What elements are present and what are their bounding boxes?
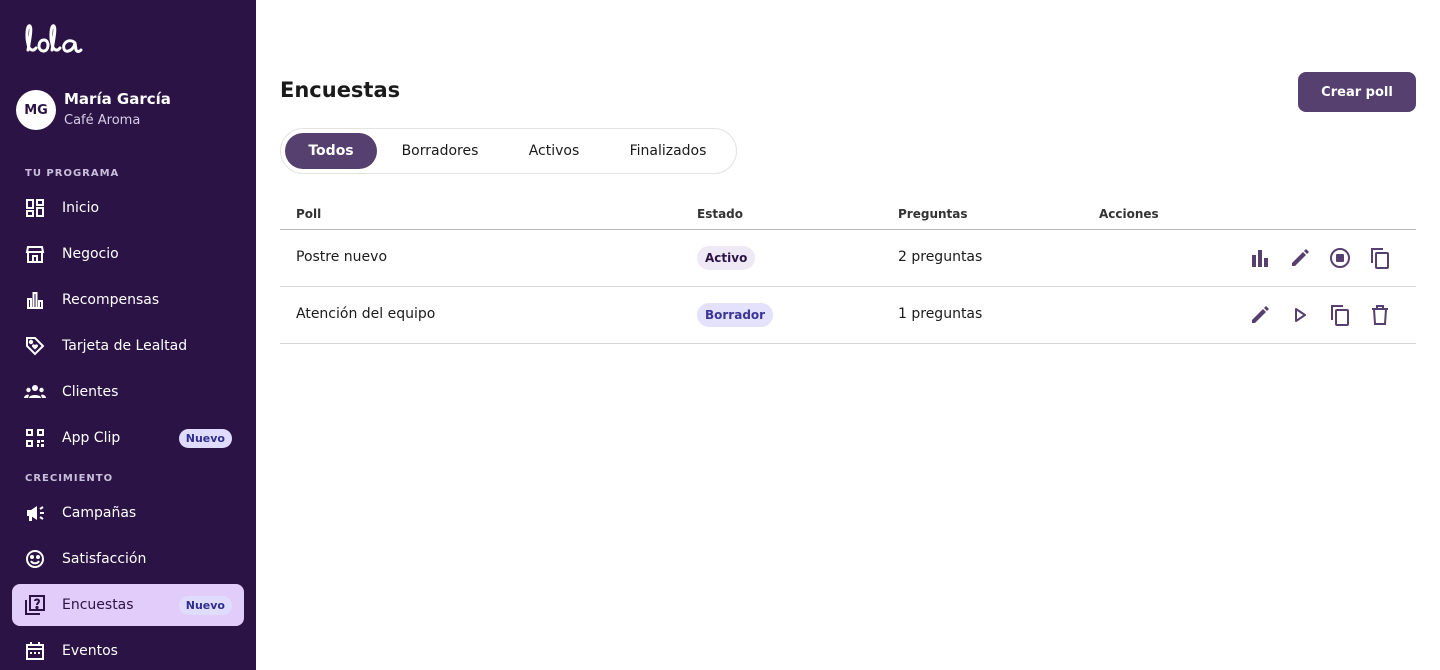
new-badge: Nuevo — [178, 429, 232, 448]
poll-name: Postre nuevo — [296, 249, 388, 265]
sidebar-item-label: Negocio — [62, 246, 119, 262]
sidebar-item-inicio[interactable]: Inicio — [12, 187, 244, 229]
sidebar-item-label: Campañas — [62, 505, 137, 521]
sidebar: MG María García Café Aroma TU PROGRAMA I… — [0, 0, 256, 670]
qr-code-icon — [24, 427, 46, 449]
avatar: MG — [16, 90, 56, 130]
sidebar-item-negocio[interactable]: Negocio — [12, 233, 244, 275]
copy-icon[interactable] — [1320, 301, 1360, 329]
column-header-preguntas: Preguntas — [898, 207, 968, 221]
results-icon[interactable] — [1240, 244, 1280, 272]
sidebar-item-label: Recompensas — [62, 292, 160, 308]
campaign-icon — [24, 502, 46, 524]
sidebar-item-label: App Clip — [62, 430, 121, 446]
status-badge: Activo — [697, 246, 756, 270]
tab-activos[interactable]: Activos — [503, 133, 605, 169]
user-profile[interactable]: MG María García Café Aroma — [16, 89, 171, 131]
dashboard-icon — [24, 197, 46, 219]
row-actions — [1240, 301, 1400, 329]
calendar-icon — [24, 640, 46, 662]
tag-heart-icon — [24, 335, 46, 357]
section-label-program: TU PROGRAMA — [25, 168, 120, 179]
sidebar-item-eventos[interactable]: Eventos — [12, 630, 244, 670]
tab-todos[interactable]: Todos — [285, 133, 377, 169]
sidebar-item-satisfaccion[interactable]: Satisfacción — [12, 538, 244, 580]
poll-name: Atención del equipo — [296, 306, 436, 322]
tab-borradores[interactable]: Borradores — [377, 133, 503, 169]
sidebar-item-label: Tarjeta de Lealtad — [62, 338, 188, 354]
lola-logo[interactable] — [24, 22, 108, 60]
section-label-growth: CRECIMIENTO — [25, 473, 114, 484]
bar-chart-icon — [24, 289, 46, 311]
smiley-icon — [24, 548, 46, 570]
new-badge: Nuevo — [178, 596, 232, 615]
table-row[interactable]: Atención del equipo Borrador 1 preguntas — [280, 287, 1416, 344]
sidebar-item-label: Encuestas — [62, 597, 134, 613]
column-header-estado: Estado — [697, 207, 744, 221]
delete-icon[interactable] — [1360, 301, 1400, 329]
column-header-acciones: Acciones — [1099, 207, 1159, 221]
edit-icon[interactable] — [1280, 244, 1320, 272]
sidebar-item-recompensas[interactable]: Recompensas — [12, 279, 244, 321]
sidebar-item-campanas[interactable]: Campañas — [12, 492, 244, 534]
store-icon — [24, 243, 46, 265]
question-count: 1 preguntas — [898, 306, 983, 322]
polls-table: Poll Estado Preguntas Acciones Postre nu… — [280, 196, 1416, 344]
column-header-poll: Poll — [296, 207, 322, 221]
sidebar-item-label: Clientes — [62, 384, 119, 400]
status-tabs: Todos Borradores Activos Finalizados — [280, 128, 737, 174]
profile-name: María García — [64, 90, 171, 108]
main-content: Encuestas Crear poll Todos Borradores Ac… — [256, 0, 1440, 670]
sidebar-item-label: Satisfacción — [62, 551, 147, 567]
profile-business: Café Aroma — [64, 113, 141, 128]
question-count: 2 preguntas — [898, 249, 983, 265]
status-badge: Borrador — [697, 303, 774, 327]
page-title: Encuestas — [280, 78, 401, 102]
table-header: Poll Estado Preguntas Acciones — [280, 196, 1416, 230]
sidebar-item-app-clip[interactable]: App Clip Nuevo — [12, 417, 244, 459]
quiz-icon — [24, 594, 46, 616]
edit-icon[interactable] — [1240, 301, 1280, 329]
copy-icon[interactable] — [1360, 244, 1400, 272]
sidebar-item-tarjeta[interactable]: Tarjeta de Lealtad — [12, 325, 244, 367]
sidebar-item-label: Inicio — [62, 200, 100, 216]
play-icon[interactable] — [1280, 301, 1320, 329]
table-row[interactable]: Postre nuevo Activo 2 preguntas — [280, 230, 1416, 287]
row-actions — [1240, 244, 1400, 272]
stop-icon[interactable] — [1320, 244, 1360, 272]
create-poll-button[interactable]: Crear poll — [1298, 72, 1416, 112]
people-icon — [24, 381, 46, 403]
sidebar-item-encuestas[interactable]: Encuestas Nuevo — [12, 584, 244, 626]
tab-finalizados[interactable]: Finalizados — [605, 133, 731, 169]
sidebar-item-label: Eventos — [62, 643, 118, 659]
sidebar-item-clientes[interactable]: Clientes — [12, 371, 244, 413]
